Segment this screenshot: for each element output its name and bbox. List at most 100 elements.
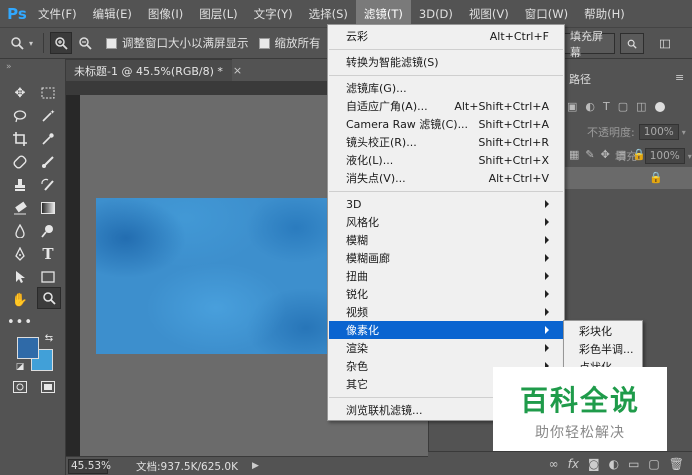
search-icon[interactable] bbox=[620, 33, 644, 54]
status-menu-arrow-icon[interactable]: ▶ bbox=[252, 461, 259, 471]
panel-collapse-icon[interactable]: » bbox=[6, 62, 12, 72]
marquee-tool-icon[interactable] bbox=[37, 83, 59, 103]
menu-item-label: 自适应广角(A)... bbox=[346, 100, 428, 113]
menu-3d[interactable]: 3D(D) bbox=[411, 0, 461, 27]
type-tool-icon[interactable]: T bbox=[37, 244, 59, 264]
more-tools-icon[interactable]: ••• bbox=[7, 312, 32, 332]
filter-menu-item-stylize[interactable]: 风格化 bbox=[329, 213, 563, 231]
filter-menu-item-liquify[interactable]: 液化(L)... Shift+Ctrl+X bbox=[329, 151, 563, 169]
filter-menu-item-pixelate[interactable]: 像素化 bbox=[329, 321, 563, 339]
history-brush-icon[interactable] bbox=[37, 175, 59, 195]
default-colors-icon[interactable]: ◪ bbox=[14, 361, 26, 373]
menu-edit[interactable]: 编辑(E) bbox=[85, 0, 140, 27]
menu-window[interactable]: 窗口(W) bbox=[517, 0, 576, 27]
checkbox-box[interactable] bbox=[106, 37, 118, 49]
blur-tool-icon[interactable] bbox=[9, 221, 31, 241]
menu-image[interactable]: 图像(I) bbox=[140, 0, 191, 27]
quick-mask-icon[interactable] bbox=[9, 377, 31, 397]
hand-tool-icon[interactable]: ✋ bbox=[9, 290, 31, 310]
menu-type[interactable]: 文字(Y) bbox=[246, 0, 301, 27]
magic-wand-icon[interactable]: ✦ bbox=[37, 106, 59, 126]
chevron-down-icon[interactable]: ▾ bbox=[688, 152, 692, 161]
filter-menu-item-clouds[interactable]: 云彩 Alt+Ctrl+F bbox=[329, 27, 563, 45]
delete-layer-icon[interactable]: 🗑 bbox=[669, 457, 684, 471]
image-filter-icon[interactable]: ▣ bbox=[567, 100, 577, 113]
panel-menu-icon[interactable]: ≡ bbox=[675, 71, 684, 84]
menu-view[interactable]: 视图(V) bbox=[461, 0, 517, 27]
menu-select[interactable]: 选择(S) bbox=[301, 0, 356, 27]
filter-menu-item-3d[interactable]: 3D bbox=[329, 195, 563, 213]
zoom-out-icon[interactable] bbox=[74, 32, 96, 54]
zoom-level-field[interactable]: 45.53% bbox=[68, 458, 111, 474]
shape-filter-icon[interactable]: ▢ bbox=[618, 100, 628, 113]
lock-paint-icon[interactable]: ✎ bbox=[585, 148, 594, 161]
path-selection-icon[interactable] bbox=[9, 267, 31, 287]
new-layer-icon[interactable]: ▢ bbox=[648, 457, 659, 471]
menu-filter[interactable]: 滤镜(T) bbox=[355, 0, 411, 27]
zoom-all-windows-checkbox[interactable]: 缩放所有 bbox=[258, 35, 321, 51]
stamp-tool-icon[interactable] bbox=[9, 175, 31, 195]
workspace-icon[interactable] bbox=[654, 33, 676, 54]
filter-menu-item-adaptive-wide-angle[interactable]: 自适应广角(A)... Alt+Shift+Ctrl+A bbox=[329, 97, 563, 115]
chevron-down-icon[interactable]: ▾ bbox=[682, 128, 686, 137]
checkbox-box[interactable] bbox=[258, 37, 270, 49]
layer-row-background[interactable]: 🔒 bbox=[565, 167, 692, 189]
foreground-color-swatch[interactable] bbox=[17, 337, 39, 359]
eyedropper-icon[interactable] bbox=[37, 129, 59, 149]
filter-menu-item-distort[interactable]: 扭曲 bbox=[329, 267, 563, 285]
fill-screen-button[interactable]: 填充屏幕 bbox=[563, 30, 615, 59]
pen-tool-icon[interactable] bbox=[9, 244, 31, 264]
document-tab[interactable]: 未标题-1 @ 45.5%(RGB/8) * × bbox=[66, 59, 242, 81]
submenu-item-facet[interactable]: 彩块化 bbox=[565, 322, 641, 340]
smart-filter-icon[interactable]: ◫ bbox=[636, 100, 646, 113]
chevron-down-icon[interactable]: ▾ bbox=[29, 39, 33, 48]
filter-menu-item-render[interactable]: 渲染 bbox=[329, 339, 563, 357]
type-filter-icon[interactable]: T bbox=[603, 100, 610, 113]
menu-layer[interactable]: 图层(L) bbox=[191, 0, 245, 27]
filter-menu-item-lens-correction[interactable]: 镜头校正(R)... Shift+Ctrl+R bbox=[329, 133, 563, 151]
crop-tool-icon[interactable] bbox=[9, 129, 31, 149]
lock-pixels-icon[interactable]: ▦ bbox=[569, 148, 579, 161]
lock-position-icon[interactable]: ✥ bbox=[601, 148, 610, 161]
gradient-tool-icon[interactable] bbox=[37, 198, 59, 218]
close-icon[interactable]: × bbox=[233, 64, 242, 77]
filter-menu-item-video[interactable]: 视频 bbox=[329, 303, 563, 321]
filter-menu-item-blur[interactable]: 模糊 bbox=[329, 231, 563, 249]
submenu-arrow-icon bbox=[545, 254, 549, 262]
filter-menu-item-convert-smart[interactable]: 转换为智能滤镜(S) bbox=[329, 53, 563, 71]
adjustment-filter-icon[interactable]: ◐ bbox=[585, 100, 595, 113]
adjustment-layer-icon[interactable]: ◐ bbox=[609, 457, 619, 471]
submenu-item-color-halftone[interactable]: 彩色半调... bbox=[565, 340, 641, 358]
swap-colors-icon[interactable]: ⇆ bbox=[42, 331, 56, 345]
menu-item-shortcut: Shift+Ctrl+A bbox=[478, 117, 549, 131]
rectangle-tool-icon[interactable] bbox=[37, 267, 59, 287]
move-tool-icon[interactable]: ✥ bbox=[9, 83, 31, 103]
fill-field[interactable]: 100% bbox=[644, 148, 685, 164]
filter-menu-item-gallery[interactable]: 滤镜库(G)... bbox=[329, 79, 563, 97]
screen-mode-icon[interactable] bbox=[37, 377, 59, 397]
menu-help[interactable]: 帮助(H) bbox=[576, 0, 633, 27]
dodge-tool-icon[interactable] bbox=[37, 221, 59, 241]
brush-tool-icon[interactable] bbox=[37, 152, 59, 172]
link-layers-icon[interactable]: ∞ bbox=[549, 457, 559, 471]
menu-file[interactable]: 文件(F) bbox=[30, 0, 85, 27]
zoom-tool-preset-icon[interactable] bbox=[6, 32, 28, 54]
new-group-icon[interactable]: ▭ bbox=[628, 457, 639, 471]
canvas-clouds-image[interactable] bbox=[96, 198, 336, 354]
filter-menu-item-vanishing-point[interactable]: 消失点(V)... Alt+Ctrl+V bbox=[329, 169, 563, 187]
eraser-icon[interactable] bbox=[9, 198, 31, 218]
healing-brush-icon[interactable] bbox=[9, 152, 31, 172]
filter-menu-item-blur-gallery[interactable]: 模糊画廊 bbox=[329, 249, 563, 267]
resize-windows-checkbox[interactable]: 调整窗口大小以满屏显示 bbox=[106, 35, 249, 51]
tab-paths[interactable]: 路径 bbox=[569, 71, 591, 87]
zoom-tool-icon[interactable] bbox=[37, 287, 61, 309]
zoom-in-icon[interactable] bbox=[50, 32, 73, 54]
add-mask-icon[interactable]: ◙ bbox=[588, 457, 600, 471]
lasso-tool-icon[interactable] bbox=[9, 106, 31, 126]
fx-icon[interactable]: fx bbox=[568, 457, 579, 471]
filter-toggle-icon[interactable] bbox=[654, 101, 665, 112]
menu-bar: Ps 文件(F) 编辑(E) 图像(I) 图层(L) 文字(Y) 选择(S) 滤… bbox=[0, 0, 692, 27]
filter-menu-item-camera-raw[interactable]: Camera Raw 滤镜(C)... Shift+Ctrl+A bbox=[329, 115, 563, 133]
opacity-field[interactable]: 100% bbox=[638, 124, 679, 140]
filter-menu-item-sharpen[interactable]: 锐化 bbox=[329, 285, 563, 303]
